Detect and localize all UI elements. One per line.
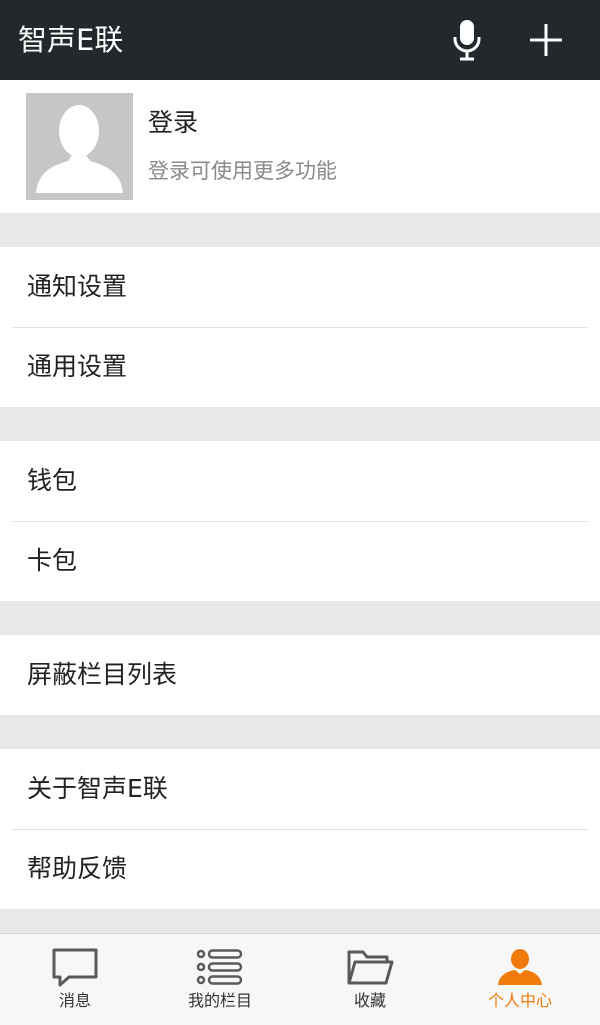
tab-messages[interactable]: 消息 bbox=[0, 934, 150, 1025]
settings-group: 通知设置 通用设置 bbox=[0, 247, 600, 407]
menu-item-label: 通知设置 bbox=[27, 272, 128, 301]
login-title: 登录 bbox=[148, 108, 199, 137]
menu-item-notification-settings[interactable]: 通知设置 bbox=[0, 247, 600, 327]
menu-item-help-feedback[interactable]: 帮助反馈 bbox=[0, 829, 600, 909]
menu-item-label: 卡包 bbox=[27, 546, 78, 575]
menu-item-label: 帮助反馈 bbox=[27, 854, 128, 883]
tab-label: 消息 bbox=[58, 991, 91, 1010]
blocked-group: 屏蔽栏目列表 bbox=[0, 635, 600, 715]
add-button[interactable] bbox=[524, 18, 568, 62]
avatar bbox=[26, 93, 133, 200]
plus-icon bbox=[530, 24, 562, 56]
menu-item-label: 通用设置 bbox=[27, 352, 128, 381]
app-root: 智声E联 登录 登录可使用更多功能 通知设置 通用设置 钱包 卡包 屏蔽栏目列表… bbox=[0, 0, 600, 1025]
wallet-group: 钱包 卡包 bbox=[0, 441, 600, 601]
menu-item-card-pack[interactable]: 卡包 bbox=[0, 521, 600, 601]
tab-favorites[interactable]: 收藏 bbox=[295, 934, 445, 1025]
default-avatar-icon bbox=[36, 105, 123, 193]
menu-item-general-settings[interactable]: 通用设置 bbox=[0, 327, 600, 407]
tab-label: 个人中心 bbox=[487, 991, 552, 1010]
list-icon bbox=[196, 949, 243, 985]
menu-item-about[interactable]: 关于智声E联 bbox=[0, 749, 600, 829]
profile-card[interactable]: 登录 登录可使用更多功能 bbox=[0, 80, 600, 213]
voice-button[interactable] bbox=[445, 18, 489, 62]
menu-item-label: 屏蔽栏目列表 bbox=[27, 660, 178, 689]
app-title: 智声E联 bbox=[18, 23, 124, 57]
person-icon bbox=[498, 949, 542, 985]
tab-personal-center[interactable]: 个人中心 bbox=[445, 934, 595, 1025]
menu-item-wallet[interactable]: 钱包 bbox=[0, 441, 600, 521]
chat-bubble-icon bbox=[52, 948, 98, 987]
tab-my-columns[interactable]: 我的栏目 bbox=[145, 934, 295, 1025]
top-bar: 智声E联 bbox=[0, 0, 600, 80]
about-group: 关于智声E联 帮助反馈 bbox=[0, 749, 600, 909]
bottom-tab-bar: 消息 我的栏目 收藏 个人中心 bbox=[0, 933, 600, 1025]
folder-icon bbox=[347, 950, 394, 985]
tab-label: 我的栏目 bbox=[187, 991, 252, 1010]
menu-item-blocked-columns[interactable]: 屏蔽栏目列表 bbox=[0, 635, 600, 715]
tab-label: 收藏 bbox=[353, 991, 386, 1010]
menu-item-label: 关于智声E联 bbox=[27, 774, 168, 803]
menu-item-label: 钱包 bbox=[27, 466, 78, 495]
microphone-icon bbox=[453, 20, 481, 61]
login-subtitle: 登录可使用更多功能 bbox=[148, 159, 337, 183]
